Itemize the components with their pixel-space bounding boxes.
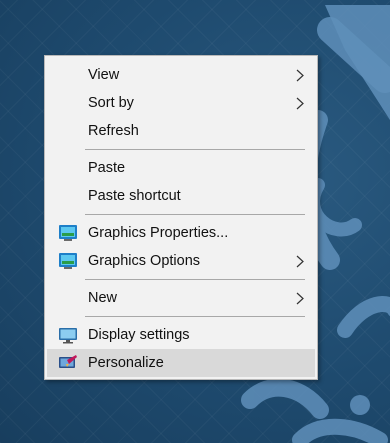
chevron-right-icon: [296, 292, 304, 305]
menu-separator: [85, 316, 305, 317]
menu-item-label: Graphics Options: [88, 253, 201, 269]
menu-item-display-settings[interactable]: Display settings: [47, 321, 315, 349]
menu-item-label: Refresh: [88, 123, 139, 139]
personalize-icon: [59, 355, 77, 368]
chevron-right-icon: [296, 69, 304, 82]
menu-item-label: Personalize: [88, 355, 164, 371]
menu-item-label: Graphics Properties...: [88, 225, 229, 241]
menu-separator: [85, 279, 305, 280]
menu-item-personalize[interactable]: Personalize: [47, 349, 315, 377]
menu-item-new[interactable]: New: [47, 284, 315, 312]
menu-item-graphics-properties[interactable]: Graphics Properties...: [47, 219, 315, 247]
intel-graphics-icon: [59, 225, 77, 241]
menu-item-view[interactable]: View: [47, 61, 315, 89]
desktop-context-menu: View Sort by Refresh Paste Paste shortcu…: [44, 55, 318, 380]
menu-item-paste-shortcut[interactable]: Paste shortcut: [47, 182, 315, 210]
chevron-right-icon: [296, 97, 304, 110]
menu-separator: [85, 214, 305, 215]
menu-item-paste[interactable]: Paste: [47, 154, 315, 182]
chevron-right-icon: [296, 255, 304, 268]
menu-item-label: Sort by: [88, 95, 134, 111]
menu-item-refresh[interactable]: Refresh: [47, 117, 315, 145]
intel-graphics-icon: [59, 253, 77, 269]
menu-item-sort-by[interactable]: Sort by: [47, 89, 315, 117]
menu-item-label: Paste shortcut: [88, 188, 181, 204]
menu-item-label: New: [88, 290, 118, 306]
menu-item-graphics-options[interactable]: Graphics Options: [47, 247, 315, 275]
display-monitor-icon: [59, 328, 77, 344]
menu-item-label: Paste: [88, 160, 126, 176]
menu-item-label: View: [88, 67, 120, 83]
menu-separator: [85, 149, 305, 150]
menu-item-label: Display settings: [88, 327, 190, 343]
